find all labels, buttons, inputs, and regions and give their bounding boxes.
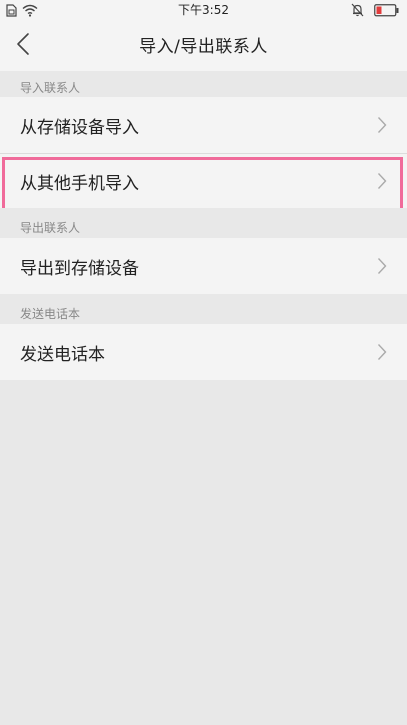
status-time: 下午3:52 [178, 3, 229, 17]
chevron-right-icon [377, 172, 387, 190]
chevron-right-icon [377, 343, 387, 361]
send-phonebook-row[interactable]: 发送电话本 [0, 324, 407, 380]
row-label: 导出到存储设备 [20, 259, 139, 279]
section-header-label: 导出联系人 [20, 221, 81, 235]
page-title: 导入/导出联系人 [139, 37, 268, 57]
section-header-label: 发送电话本 [20, 307, 81, 321]
row-label: 从存储设备导入 [20, 118, 139, 138]
section-header-export: 导出联系人 [0, 208, 407, 238]
section-header-import: 导入联系人 [0, 71, 407, 97]
row-label: 发送电话本 [20, 345, 105, 365]
row-label: 从其他手机导入 [20, 174, 139, 194]
section-header-label: 导入联系人 [20, 81, 81, 95]
import-from-other-phone-row[interactable]: 从其他手机导入 [0, 154, 407, 208]
chevron-right-icon [377, 116, 387, 134]
import-from-storage-row[interactable]: 从存储设备导入 [0, 97, 407, 153]
export-to-storage-row[interactable]: 导出到存储设备 [0, 238, 407, 294]
title-bar: 导入/导出联系人 [0, 18, 407, 71]
section-header-send: 发送电话本 [0, 294, 407, 324]
status-bar: 下午3:52 [0, 0, 407, 18]
chevron-right-icon [377, 257, 387, 275]
